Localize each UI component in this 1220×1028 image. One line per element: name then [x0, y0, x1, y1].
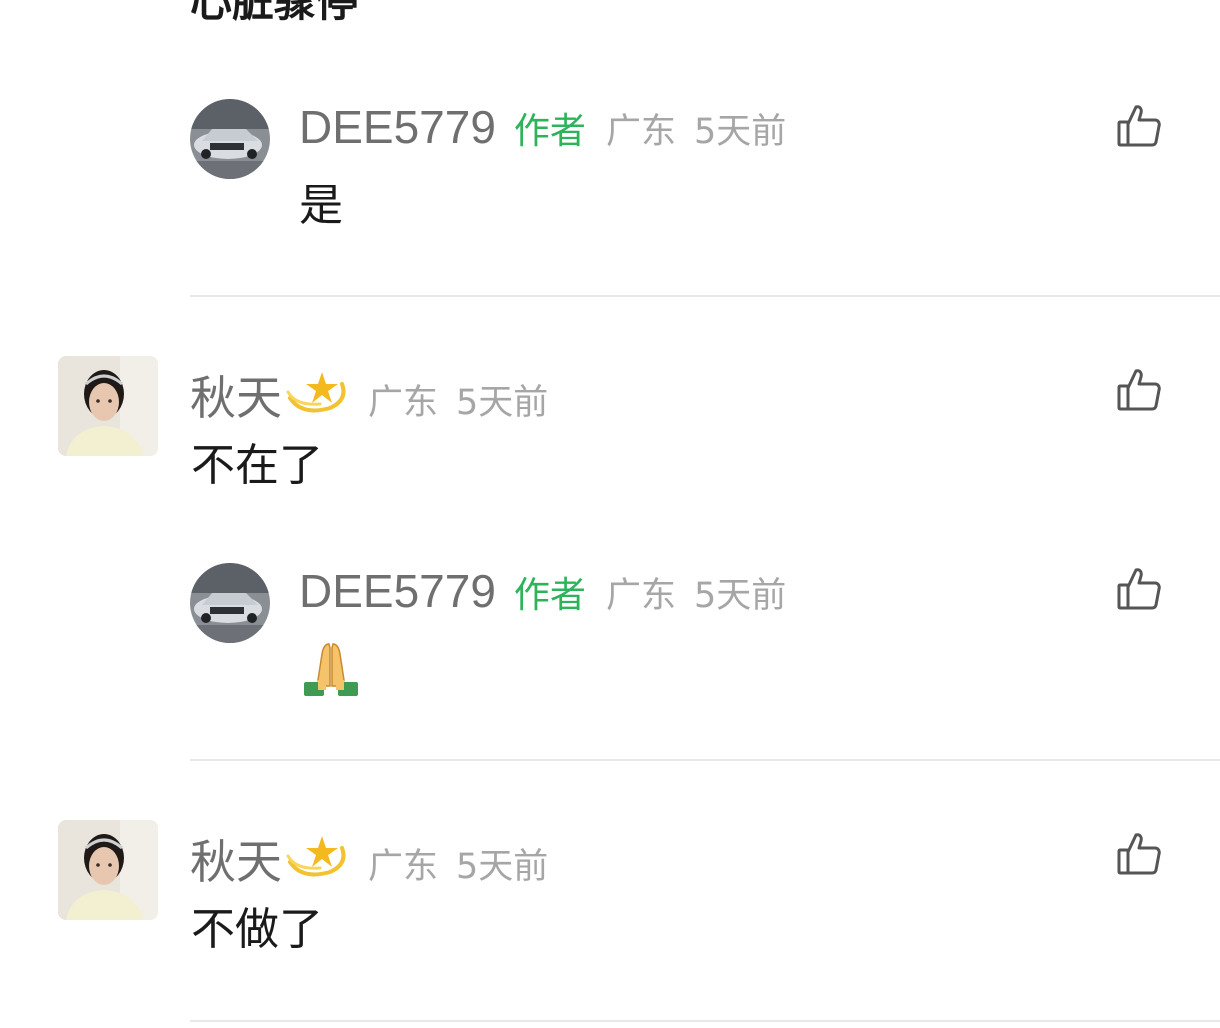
thumbs-up-icon[interactable] — [1116, 103, 1162, 149]
comment-meta: DEE5779 作者 广东 5天前 — [299, 100, 786, 154]
dizzy-star-icon — [282, 358, 348, 414]
divider — [190, 759, 1220, 761]
thumbs-up-icon[interactable] — [1116, 566, 1162, 612]
divider — [190, 295, 1220, 297]
thumbs-up-icon[interactable] — [1116, 831, 1162, 877]
timestamp: 5天前 — [456, 847, 549, 887]
username[interactable]: 秋天 — [190, 362, 282, 428]
avatar-woman[interactable] — [58, 356, 158, 456]
location-label: 广东 — [368, 847, 439, 887]
timestamp: 5天前 — [693, 112, 787, 152]
comment-text: 是 — [299, 180, 343, 231]
avatar-car[interactable] — [190, 99, 270, 179]
author-badge: 作者 — [513, 575, 586, 616]
timestamp: 5天前 — [693, 576, 787, 616]
avatar-car[interactable] — [190, 563, 270, 643]
avatar-woman[interactable] — [58, 820, 158, 920]
comment-meta: DEE5779 作者 广东 5天前 — [299, 564, 786, 618]
location-label: 广东 — [368, 383, 439, 423]
dizzy-star-icon — [282, 822, 348, 878]
comment-text: 不在了 — [191, 440, 323, 491]
comment-meta: 秋天 广东 5天前 — [190, 358, 548, 428]
timestamp: 5天前 — [456, 383, 549, 423]
divider — [190, 1020, 1220, 1022]
author-badge: 作者 — [513, 111, 586, 152]
previous-comment-text: 心脏骤停 — [190, 0, 359, 26]
username[interactable]: DEE5779 — [299, 564, 496, 618]
username[interactable]: 秋天 — [190, 826, 282, 892]
folded-hands-icon — [300, 640, 362, 700]
comment-text: 不做了 — [191, 904, 323, 955]
username[interactable]: DEE5779 — [299, 100, 496, 154]
location-label: 广东 — [605, 112, 676, 152]
location-label: 广东 — [605, 576, 676, 616]
comment-meta: 秋天 广东 5天前 — [190, 822, 548, 892]
thumbs-up-icon[interactable] — [1116, 367, 1162, 413]
